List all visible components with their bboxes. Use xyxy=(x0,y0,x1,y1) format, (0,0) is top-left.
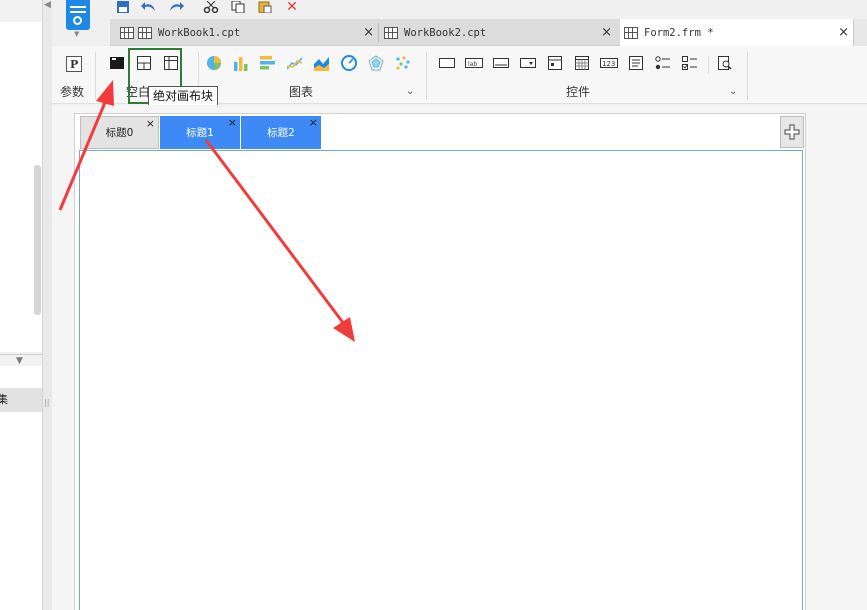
annotation-arrow xyxy=(58,99,108,211)
arrow-head xyxy=(96,80,114,106)
annotation-arrows xyxy=(58,80,355,342)
arrow-head xyxy=(333,317,355,342)
annotation-arrow xyxy=(204,139,346,325)
